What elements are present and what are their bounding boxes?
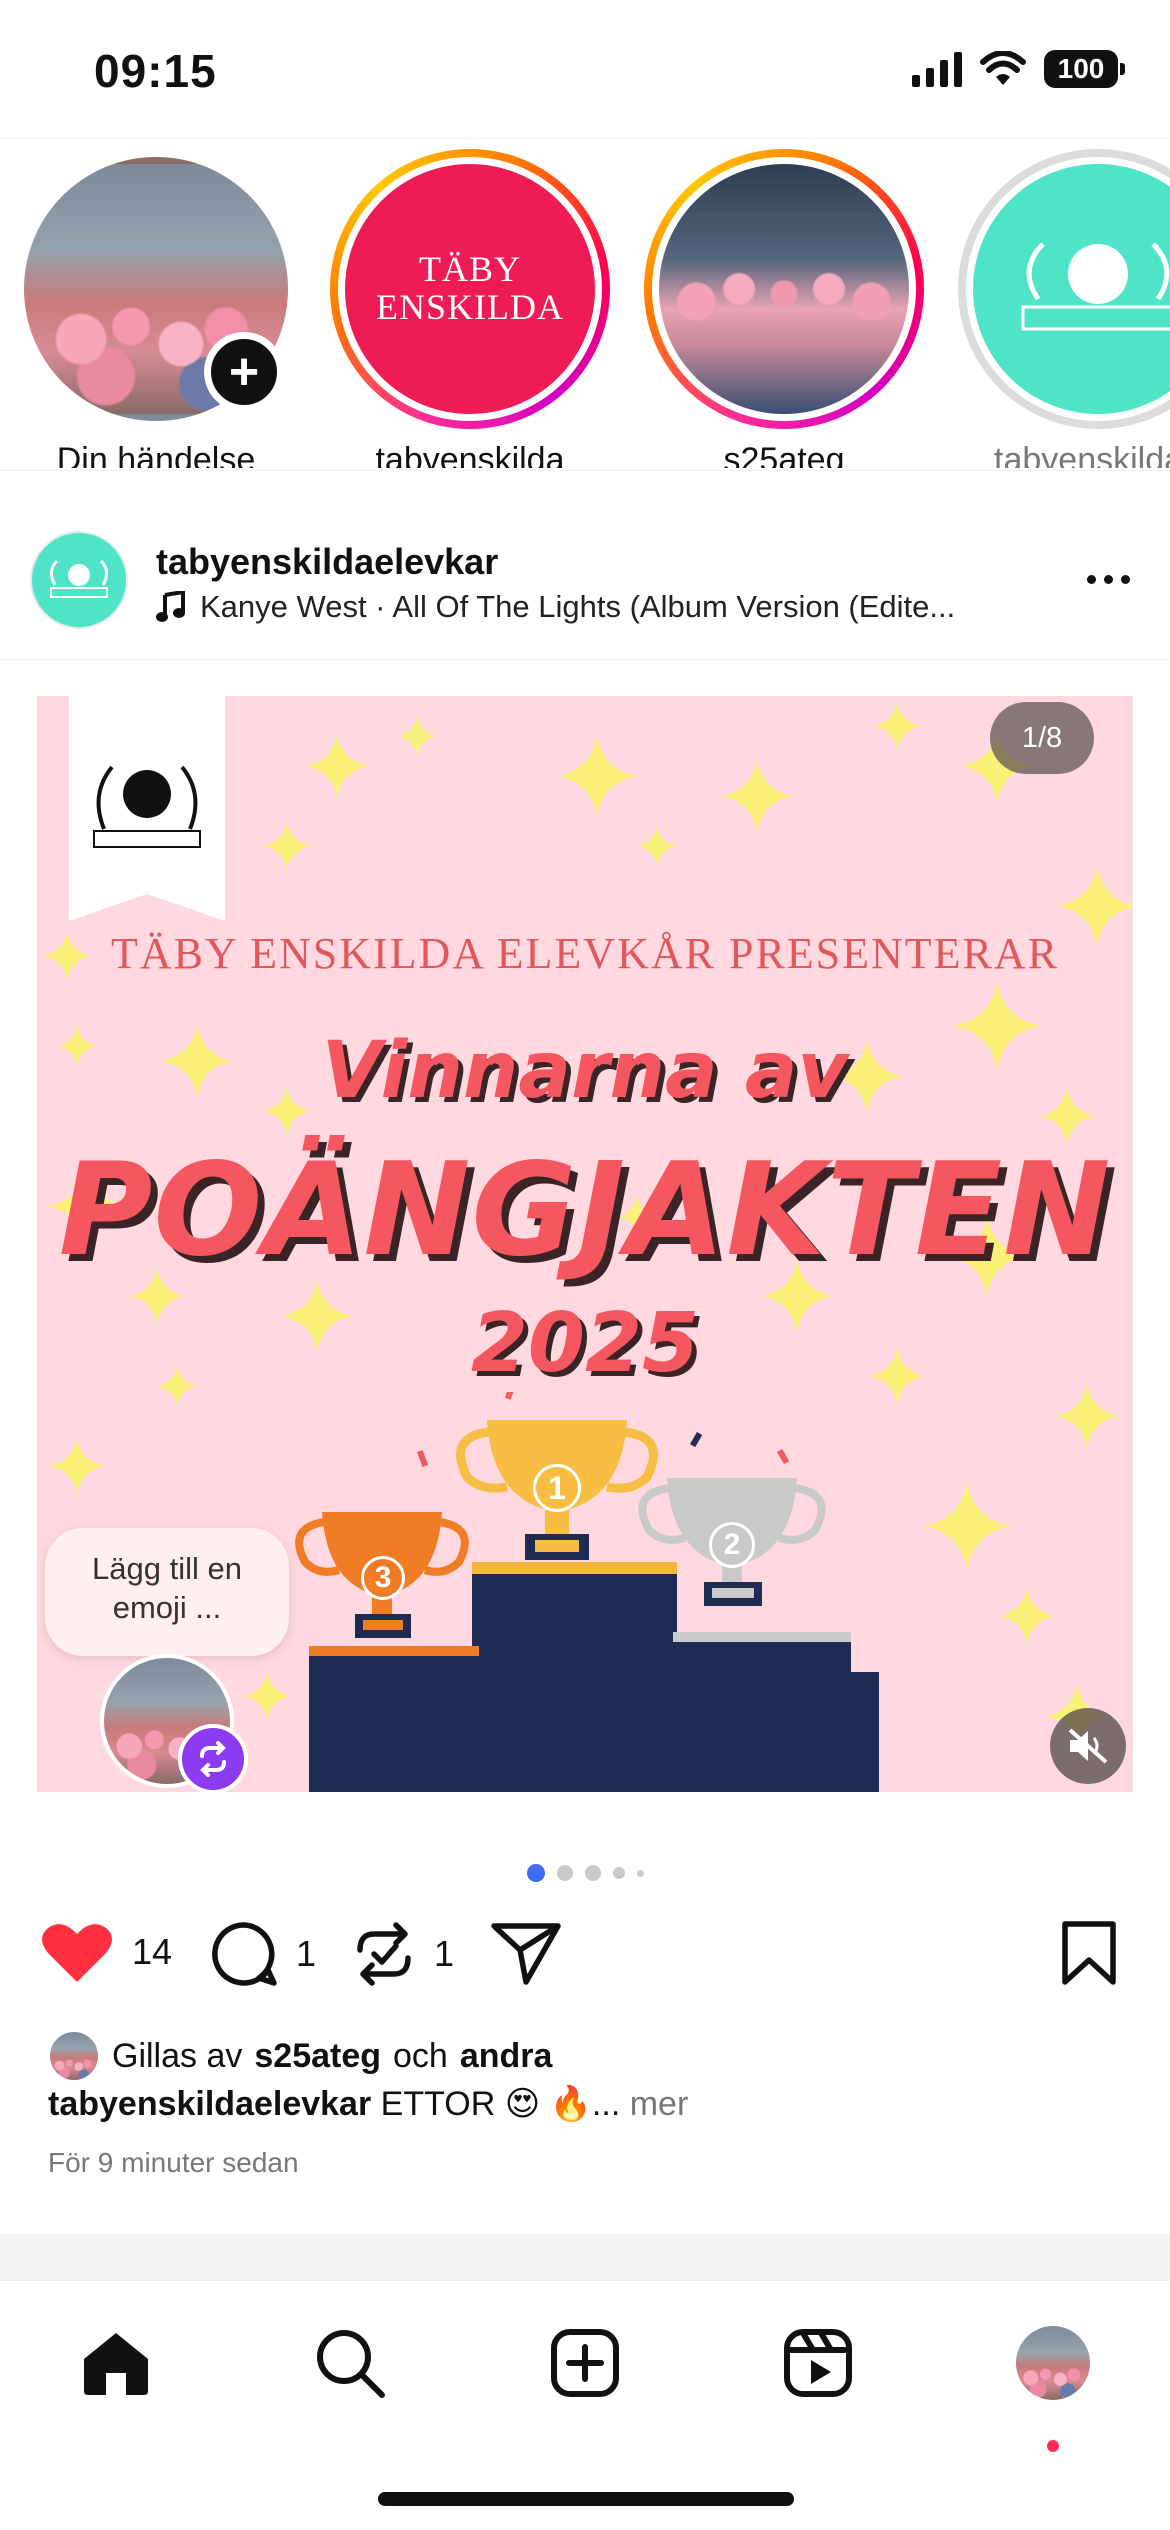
liked-by-user[interactable]: s25ateg [254,2037,381,2076]
caption-more-link[interactable]: mer [630,2085,689,2123]
trophy-label-2: 2 [709,1522,755,1568]
music-note-icon [156,591,185,622]
logo-banner [69,696,225,921]
post-music[interactable]: Kanye West · All Of The Lights (Album Ve… [156,589,955,625]
comment-count: 1 [296,1933,317,1974]
heart-filled-icon [42,1924,112,1982]
notification-dot [1047,2440,1059,2452]
post-timestamp: För 9 minuter sedan [48,2147,299,2178]
carousel-dot [556,1865,573,1881]
crest-icon [50,559,108,598]
repost-action[interactable]: 1 [352,1920,454,1988]
trophy-label-1: 1 [533,1464,581,1512]
like-action[interactable]: 14 [40,1920,172,1984]
post-author-avatar[interactable] [30,531,128,629]
post-caption: tabyenskildaelevkar ETTOR 😍 🔥... mer [48,2084,688,2124]
add-post-icon [551,2329,619,2397]
liked-by-others[interactable]: andra [460,2037,553,2076]
status-time: 09:15 [94,45,217,97]
post-actions: 14 1 1 [0,1910,1170,2000]
carousel-dot [612,1867,625,1879]
nav-home[interactable] [76,2323,156,2403]
story-tabyenskildaelevkar[interactable]: tabyenskildae [948,149,1170,468]
post-username[interactable]: tabyenskildaelevkar [156,541,498,583]
nav-profile[interactable] [1013,2323,1093,2403]
home-indicator [378,2492,794,2506]
carousel-dot [636,1869,644,1877]
profile-avatar [1016,2326,1090,2400]
repost-count: 1 [434,1933,455,1974]
nav-reels[interactable] [778,2323,858,2403]
wifi-icon [980,51,1026,85]
story-tabyenskilda[interactable]: TÄBY ENSKILDA tabyenskilda [320,149,620,468]
more-options-icon[interactable] [1087,575,1130,584]
headline-year: 2025 [470,1296,700,1391]
comment-icon [212,1922,277,1986]
story-s25ateg[interactable]: s25ateg [634,149,934,468]
like-count: 14 [132,1931,173,1972]
presenter-text: TÄBY ENSKILDA ELEVKÅR PRESENTERAR [110,929,1060,978]
status-bar: 09:15 100 [0,0,1170,140]
mute-icon[interactable] [1050,1708,1126,1784]
emoji-reaction-prompt[interactable]: Lägg till en emoji ... [45,1528,289,1656]
story-label: tabyenskildae [994,441,1170,468]
carousel-dot-active [526,1864,545,1882]
cellular-signal-icon [912,51,962,87]
story-own[interactable]: + Din händelse [6,149,306,468]
save-action[interactable] [1060,1920,1118,1986]
story-avatar-photo [652,157,916,421]
carousel-counter: 1/8 [990,702,1094,774]
reels-icon [784,2329,852,2397]
carousel-dots [0,1864,1170,1882]
stories-tray: + Din händelse TÄBY ENSKILDA tabyenskilda… [0,138,1170,468]
post-header: tabyenskildaelevkar Kanye West · All Of … [0,470,1170,660]
carousel-dot [584,1865,601,1881]
story-label: s25ateg [723,441,845,468]
search-icon [317,2330,385,2398]
headline-small: Vinnarna av [321,1026,849,1116]
caption-text: ETTOR 😍 🔥... [380,2085,621,2123]
home-icon [84,2333,148,2395]
story-label: tabyenskilda [375,441,565,468]
trophy-label-3: 3 [361,1556,405,1600]
comment-action[interactable]: 1 [210,1920,316,1988]
headline-big: POÄNGJAKTEN [58,1136,1112,1285]
liked-by-avatar [48,2030,100,2082]
liked-by[interactable]: Gillas av s25ateg och andra [48,2030,552,2082]
nav-create[interactable] [545,2323,625,2403]
crest-icon [1021,242,1170,331]
nav-search[interactable] [310,2323,390,2403]
school-crest-icon [93,765,201,848]
bookmark-icon [1062,1921,1116,1985]
caption-username[interactable]: tabyenskildaelevkar [48,2085,371,2123]
repost-icon [357,1922,411,1986]
status-icons: 100 [912,50,1125,88]
story-label: Din händelse [56,441,256,468]
send-icon [491,1923,561,1985]
story-avatar-logo-teal [966,157,1170,421]
battery-icon: 100 [1044,50,1125,88]
feed-divider [0,2234,1170,2280]
music-title: Kanye West · All Of The Lights (Album Ve… [200,589,956,624]
add-story-icon[interactable]: + [204,332,284,412]
repost-badge-icon [178,1724,248,1794]
share-action[interactable] [490,1920,562,1986]
story-avatar-logo: TÄBY ENSKILDA [338,157,602,421]
